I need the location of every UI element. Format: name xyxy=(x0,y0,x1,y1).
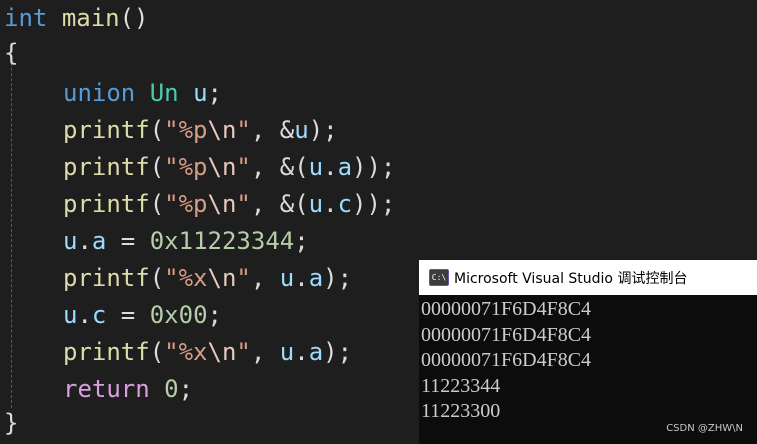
code-line-9[interactable]: u.c = 0x00; xyxy=(4,297,222,334)
variable-u: u xyxy=(63,301,78,329)
string-literal-end: " xyxy=(236,264,251,292)
punctuation: ; xyxy=(207,301,222,329)
string-literal-end: " xyxy=(236,116,251,144)
member-dot: . xyxy=(294,338,309,366)
number-literal: 0x11223344 xyxy=(149,227,295,255)
punctuation: () xyxy=(119,4,149,32)
debug-console-window[interactable]: C:\ Microsoft Visual Studio 调试控制台 000000… xyxy=(419,260,757,444)
string-literal: "%p xyxy=(164,153,208,181)
member-dot: . xyxy=(323,190,338,218)
member-a: a xyxy=(308,338,324,366)
console-app-icon: C:\ xyxy=(429,269,449,286)
console-line-5: 11223300 xyxy=(421,400,501,422)
string-literal: "%p xyxy=(164,116,208,144)
function-printf: printf xyxy=(63,116,150,144)
member-dot: . xyxy=(323,153,338,181)
number-literal: 0 xyxy=(164,375,179,403)
escape-sequence: \n xyxy=(207,153,237,181)
punctuation: ; xyxy=(178,375,194,403)
close-brace: } xyxy=(4,409,19,437)
variable-u: u xyxy=(279,338,295,366)
member-c: c xyxy=(91,301,107,329)
console-titlebar[interactable]: C:\ Microsoft Visual Studio 调试控制台 xyxy=(419,260,757,295)
variable-u: u xyxy=(63,227,78,255)
code-line-11[interactable]: return 0; xyxy=(4,371,193,408)
punctuation: , xyxy=(250,264,280,292)
escape-sequence: \n xyxy=(207,264,237,292)
escape-sequence: \n xyxy=(207,190,237,218)
code-line-12[interactable]: } xyxy=(4,405,18,442)
keyword-union: union xyxy=(63,79,136,107)
member-c: c xyxy=(337,190,353,218)
punctuation: )); xyxy=(352,190,396,218)
member-a: a xyxy=(337,153,353,181)
variable-u: u xyxy=(294,116,309,144)
code-line-3[interactable]: union Un u; xyxy=(4,75,222,112)
console-line-3: 00000071F6D4F8C4 xyxy=(421,349,592,371)
code-line-4[interactable]: printf("%p\n", &u); xyxy=(4,112,338,149)
escape-sequence: \n xyxy=(207,338,237,366)
console-line-1: 00000071F6D4F8C4 xyxy=(421,298,592,320)
member-dot: . xyxy=(77,227,92,255)
member-dot: . xyxy=(294,264,309,292)
console-title: Microsoft Visual Studio 调试控制台 xyxy=(454,271,688,287)
string-literal: "%x xyxy=(164,264,208,292)
assign-operator: = xyxy=(106,301,150,329)
punctuation: ( xyxy=(149,116,165,144)
console-output: 00000071F6D4F8C4 00000071F6D4F8C4 000000… xyxy=(421,297,591,425)
member-a: a xyxy=(308,264,324,292)
escape-sequence: \n xyxy=(207,116,237,144)
punctuation: ; xyxy=(294,227,309,255)
string-literal: "%p xyxy=(164,190,208,218)
punctuation: ); xyxy=(323,264,353,292)
punctuation: , & xyxy=(250,116,295,144)
variable-u: u xyxy=(193,79,208,107)
punctuation: ( xyxy=(149,190,165,218)
code-line-1[interactable]: int main() xyxy=(4,0,149,37)
code-line-8[interactable]: printf("%x\n", u.a); xyxy=(4,260,352,297)
punctuation: ); xyxy=(308,116,338,144)
punctuation: , &( xyxy=(250,190,309,218)
punctuation: ; xyxy=(207,79,222,107)
function-printf: printf xyxy=(63,153,150,181)
function-printf: printf xyxy=(63,338,150,366)
punctuation: ); xyxy=(323,338,353,366)
function-printf: printf xyxy=(63,190,150,218)
variable-u: u xyxy=(308,190,324,218)
string-literal-end: " xyxy=(236,338,251,366)
open-brace: { xyxy=(4,39,19,67)
function-printf: printf xyxy=(63,264,150,292)
type-un: Un xyxy=(149,79,179,107)
code-line-2[interactable]: { xyxy=(4,35,18,72)
keyword-int: int xyxy=(4,4,48,32)
function-main: main xyxy=(61,4,120,32)
variable-u: u xyxy=(279,264,295,292)
punctuation: ( xyxy=(149,264,165,292)
string-literal-end: " xyxy=(236,153,251,181)
member-dot: . xyxy=(77,301,92,329)
code-line-7[interactable]: u.a = 0x11223344; xyxy=(4,223,309,260)
punctuation: , &( xyxy=(250,153,309,181)
code-line-6[interactable]: printf("%p\n", &(u.c)); xyxy=(4,186,395,223)
code-line-10[interactable]: printf("%x\n", u.a); xyxy=(4,334,352,371)
member-a: a xyxy=(91,227,107,255)
string-literal: "%x xyxy=(164,338,208,366)
punctuation: ( xyxy=(149,338,165,366)
watermark: CSDN @ZHW\N xyxy=(666,423,743,434)
console-line-4: 11223344 xyxy=(421,374,501,397)
variable-u: u xyxy=(308,153,324,181)
console-line-2: 00000071F6D4F8C4 xyxy=(421,323,592,346)
punctuation: ( xyxy=(149,153,165,181)
assign-operator: = xyxy=(106,227,150,255)
punctuation: , xyxy=(250,338,280,366)
number-literal: 0x00 xyxy=(149,301,208,329)
string-literal-end: " xyxy=(236,190,251,218)
punctuation: )); xyxy=(352,153,396,181)
keyword-return: return xyxy=(63,375,150,403)
code-line-5[interactable]: printf("%p\n", &(u.a)); xyxy=(4,149,395,186)
